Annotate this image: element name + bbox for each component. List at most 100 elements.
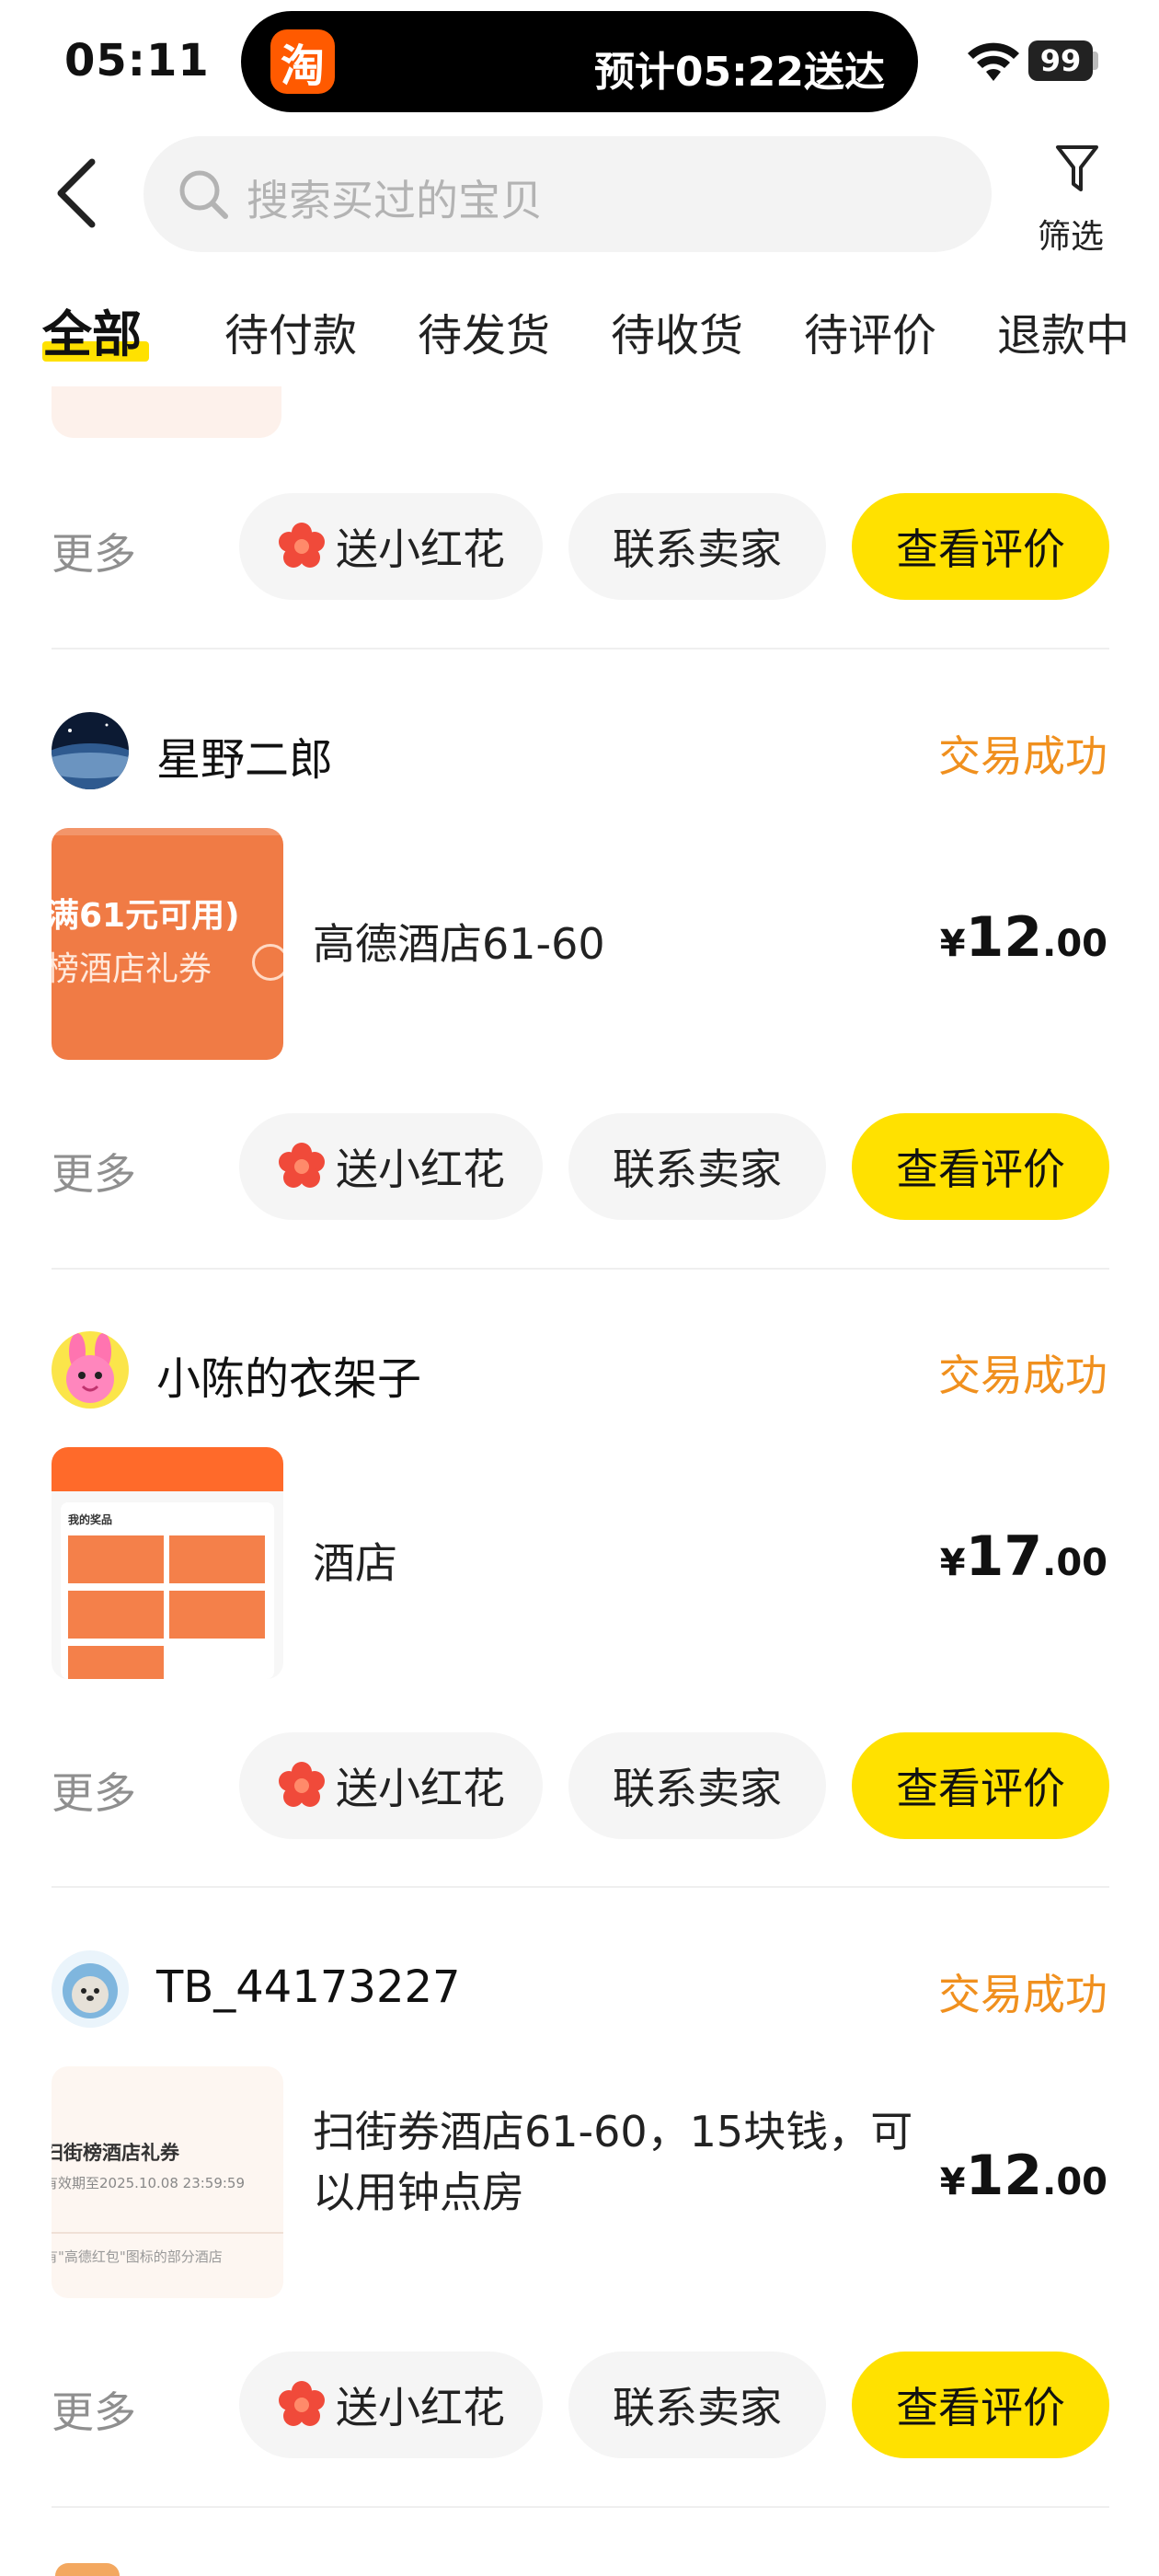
tab-pending-review[interactable]: 待评价	[804, 299, 936, 363]
view-review-button[interactable]: 查看评价	[852, 2352, 1109, 2458]
search-placeholder: 搜索买过的宝贝	[247, 176, 543, 225]
contact-seller-button[interactable]: 联系卖家	[568, 1732, 826, 1839]
battery-indicator: 99	[1028, 40, 1093, 81]
price-decimal: .00	[1042, 1542, 1107, 1584]
order-actions: 更多 送小红花 联系卖家 查看评价	[0, 1732, 1159, 1839]
next-order-avatar-edge	[55, 2563, 120, 2576]
shop-avatar[interactable]	[52, 1950, 129, 2028]
product-thumbnail[interactable]: 我的奖品	[52, 1447, 283, 1679]
send-flower-button[interactable]: 送小红花	[239, 2352, 543, 2458]
shop-name[interactable]: 小陈的衣架子	[156, 1342, 421, 1407]
taobao-app-icon: 淘	[270, 29, 335, 94]
send-flower-button[interactable]: 送小红花	[239, 493, 543, 600]
shop-name[interactable]: TB_44173227	[156, 1961, 461, 2013]
search-icon	[179, 170, 228, 219]
contact-seller-button[interactable]: 联系卖家	[568, 493, 826, 600]
contact-seller-button[interactable]: 联系卖家	[568, 2352, 826, 2458]
red-flower-icon	[279, 2381, 325, 2426]
contact-seller-label: 联系卖家	[613, 2383, 782, 2432]
more-button[interactable]: 更多	[52, 2379, 136, 2440]
send-flower-button[interactable]: 送小红花	[239, 1732, 543, 1839]
send-flower-label: 送小红花	[336, 524, 505, 574]
view-review-label: 查看评价	[896, 1144, 1065, 1194]
red-flower-icon	[279, 1143, 325, 1188]
view-review-button[interactable]: 查看评价	[852, 1113, 1109, 1220]
more-button[interactable]: 更多	[52, 1760, 136, 1821]
view-review-button[interactable]: 查看评价	[852, 493, 1109, 600]
thumbnail-text-line: 有效期至2025.10.08 23:59:59	[52, 2175, 246, 2191]
price-currency: ¥	[939, 923, 966, 965]
product-price: ¥12.00	[940, 2144, 1107, 2208]
order-status: 交易成功	[938, 1351, 1107, 1400]
order-actions: 更多 送小红花 联系卖家 查看评价	[0, 493, 1159, 600]
shop-name[interactable]: 星野二郎	[156, 723, 333, 788]
view-review-button[interactable]: 查看评价	[852, 1732, 1109, 1839]
order-divider	[52, 1886, 1109, 1888]
chevron-right-icon	[252, 944, 283, 981]
shop-avatar[interactable]	[52, 712, 129, 789]
product-title[interactable]: 扫街券酒店61-60，15块钱，可以用钟点房	[313, 2101, 938, 2223]
thumbnail-text-line: 有"高德红包"图标的部分酒店	[52, 2248, 223, 2265]
send-flower-label: 送小红花	[336, 1764, 505, 1813]
wifi-icon	[968, 42, 1019, 81]
price-currency: ¥	[939, 2161, 966, 2203]
tab-refunding[interactable]: 退款中	[997, 299, 1130, 363]
delivery-eta: 预计05:22送达	[593, 49, 885, 96]
order-divider	[52, 648, 1109, 650]
send-flower-button[interactable]: 送小红花	[239, 1113, 543, 1220]
search-input[interactable]: 搜索买过的宝贝	[143, 136, 992, 252]
price-decimal: .00	[1042, 2161, 1107, 2203]
contact-seller-label: 联系卖家	[613, 1144, 782, 1194]
filter-funnel-icon	[1056, 145, 1098, 191]
contact-seller-label: 联系卖家	[613, 524, 782, 574]
product-thumbnail[interactable]: 扫街榜酒店礼券 有效期至2025.10.08 23:59:59 有"高德红包"图…	[52, 2066, 283, 2298]
thumbnail-text-line: 扫街榜酒店礼券	[52, 2142, 179, 2164]
planet-avatar-icon	[52, 712, 129, 789]
tab-pending-receipt[interactable]: 待收货	[611, 299, 743, 363]
previous-order-thumbnail-edge	[52, 386, 281, 438]
price-integer: 17	[965, 1524, 1043, 1589]
seal-avatar-icon	[52, 1950, 129, 2028]
price-integer: 12	[965, 905, 1043, 970]
order-card[interactable]: 小陈的衣架子 交易成功 我的奖品 酒店 ¥17.00 更多 送小红花 联系卖家 …	[0, 1331, 1159, 1950]
order-status: 交易成功	[938, 731, 1107, 781]
bunny-avatar-icon	[52, 1331, 129, 1409]
view-review-label: 查看评价	[896, 1764, 1065, 1813]
price-decimal: .00	[1042, 923, 1107, 965]
filter-button[interactable]: 筛选	[1036, 140, 1119, 259]
order-divider	[52, 1268, 1109, 1270]
battery-tip	[1093, 52, 1098, 70]
contact-seller-button[interactable]: 联系卖家	[568, 1113, 826, 1220]
order-actions: 更多 送小红花 联系卖家 查看评价	[0, 1113, 1159, 1220]
red-flower-icon	[279, 523, 325, 568]
filter-label: 筛选	[1038, 218, 1105, 256]
price-integer: 12	[965, 2144, 1043, 2208]
more-button[interactable]: 更多	[52, 1141, 136, 1202]
shop-avatar[interactable]	[52, 1331, 129, 1409]
red-flower-icon	[279, 1762, 325, 1807]
view-review-label: 查看评价	[896, 524, 1065, 574]
tab-pending-payment[interactable]: 待付款	[224, 299, 357, 363]
thumbnail-text-line: 榜酒店礼券	[52, 950, 212, 988]
send-flower-label: 送小红花	[336, 1144, 505, 1194]
tab-all[interactable]: 全部	[42, 293, 142, 366]
tab-pending-shipment[interactable]: 待发货	[418, 299, 550, 363]
product-thumbnail[interactable]: 满61元可用) 榜酒店礼券	[52, 828, 283, 1060]
product-price: ¥12.00	[940, 905, 1107, 970]
order-status: 交易成功	[938, 1970, 1107, 2019]
order-status-tabs: 全部 待付款 待发货 待收货 待评价 退款中	[0, 290, 1159, 373]
clock: 05:11	[64, 35, 210, 86]
product-title[interactable]: 高德酒店61-60	[313, 914, 957, 973]
product-title[interactable]: 酒店	[313, 1534, 957, 1593]
order-card[interactable]: TB_44173227 交易成功 扫街榜酒店礼券 有效期至2025.10.08 …	[0, 1950, 1159, 2570]
thumbnail-text-line: 满61元可用)	[52, 897, 240, 935]
more-button[interactable]: 更多	[52, 521, 136, 581]
delivery-live-activity[interactable]: 淘 预计05:22送达	[241, 11, 918, 112]
order-actions: 更多 送小红花 联系卖家 查看评价	[0, 2352, 1159, 2458]
order-card[interactable]: 星野二郎 交易成功 满61元可用) 榜酒店礼券 高德酒店61-60 ¥12.00…	[0, 712, 1159, 1331]
back-arrow-icon[interactable]	[52, 156, 107, 230]
thumbnail-text-line: 我的奖品	[68, 1513, 113, 1526]
status-bar: 05:11 淘 预计05:22送达 99	[0, 0, 1159, 129]
view-review-label: 查看评价	[896, 2383, 1065, 2432]
order-divider	[52, 2506, 1109, 2508]
